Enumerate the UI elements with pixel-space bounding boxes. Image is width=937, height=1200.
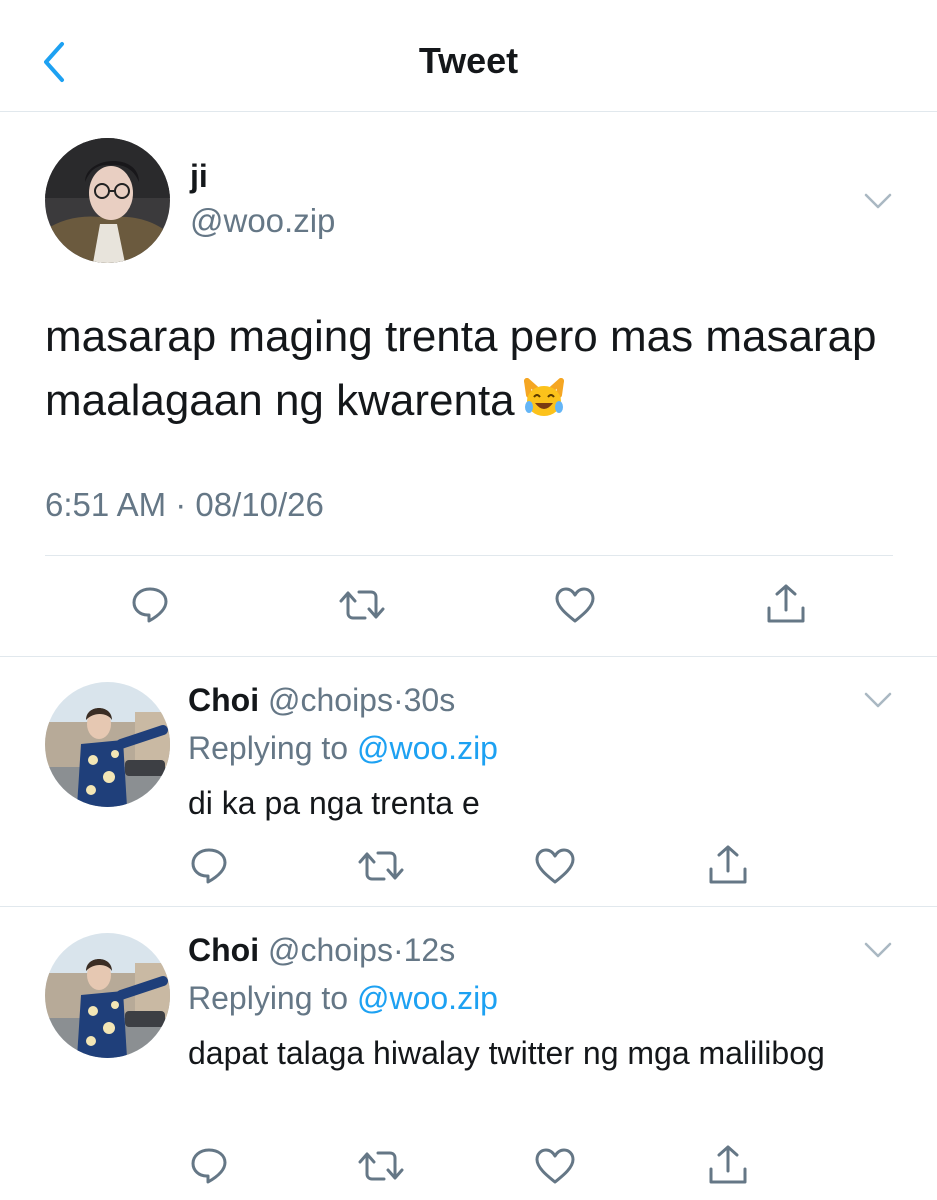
meta-separator: · xyxy=(392,682,404,718)
author-name[interactable]: ji xyxy=(190,158,208,195)
replying-to: Replying to @woo.zip xyxy=(188,730,498,767)
author-handle[interactable]: @woo.zip xyxy=(190,202,335,240)
share-icon xyxy=(706,843,750,887)
replying-label: Replying to xyxy=(188,980,349,1016)
tweet-date: 08/10/26 xyxy=(195,486,324,523)
cat-tears-of-joy-emoji xyxy=(521,375,567,421)
share-button[interactable] xyxy=(706,1143,750,1187)
share-icon xyxy=(706,1143,750,1187)
like-icon xyxy=(533,846,577,886)
reply-icon xyxy=(189,846,229,886)
page-title: Tweet xyxy=(418,40,519,81)
reply-author-handle[interactable]: @choips xyxy=(268,682,393,718)
reply-button[interactable] xyxy=(189,1146,229,1186)
tweet-options-button[interactable] xyxy=(863,191,893,211)
like-button[interactable] xyxy=(533,846,577,886)
reply-author-name[interactable]: Choi xyxy=(188,682,259,718)
chevron-down-icon xyxy=(863,690,893,710)
reply-time: 30s xyxy=(403,682,456,718)
replying-to: Replying to @woo.zip xyxy=(188,980,498,1017)
like-icon xyxy=(553,585,597,625)
retweet-icon xyxy=(338,585,386,625)
avatar[interactable] xyxy=(45,138,170,263)
divider xyxy=(45,555,893,556)
reply-header: Choi @choips·30s xyxy=(188,682,455,719)
reply-button[interactable] xyxy=(189,846,229,886)
tweet-timestamp: 6:51 AM · 08/10/26 xyxy=(45,486,324,524)
tweet-text: masarap maging trenta pero mas masarap m… xyxy=(45,305,895,433)
divider xyxy=(0,906,937,907)
like-icon xyxy=(533,1146,577,1186)
reply-time: 12s xyxy=(403,932,456,968)
share-icon xyxy=(764,582,808,626)
replying-mention-link[interactable]: @woo.zip xyxy=(357,730,498,766)
like-button[interactable] xyxy=(553,585,597,625)
chevron-down-icon xyxy=(863,940,893,960)
reply-author-name[interactable]: Choi xyxy=(188,932,259,968)
retweet-button[interactable] xyxy=(357,1146,405,1186)
replying-label: Replying to xyxy=(188,730,349,766)
avatar[interactable] xyxy=(45,933,170,1058)
meta-separator: · xyxy=(392,932,404,968)
avatar[interactable] xyxy=(45,682,170,807)
tweet-time: 6:51 AM xyxy=(45,486,167,523)
meta-separator: · xyxy=(175,486,187,523)
retweet-button[interactable] xyxy=(338,585,386,625)
tweet-text-body: masarap maging trenta pero mas masarap m… xyxy=(45,312,877,425)
like-button[interactable] xyxy=(533,1146,577,1186)
chevron-down-icon xyxy=(863,191,893,211)
reply-author-handle[interactable]: @choips xyxy=(268,932,393,968)
retweet-button[interactable] xyxy=(357,846,405,886)
reply-text: dapat talaga hiwalay twitter ng mga mali… xyxy=(188,1035,825,1071)
reply-icon xyxy=(189,1146,229,1186)
reply-text: di ka pa nga trenta e xyxy=(188,785,480,821)
retweet-icon xyxy=(357,1146,405,1186)
replying-mention-link[interactable]: @woo.zip xyxy=(357,980,498,1016)
reply-header: Choi @choips·12s xyxy=(188,932,455,969)
reply-icon xyxy=(130,585,170,625)
retweet-icon xyxy=(357,846,405,886)
reply-options-button[interactable] xyxy=(863,690,893,710)
share-button[interactable] xyxy=(764,582,808,626)
reply-options-button[interactable] xyxy=(863,940,893,960)
divider xyxy=(0,656,937,657)
top-bar: Tweet xyxy=(0,0,937,112)
reply-button[interactable] xyxy=(130,585,170,625)
share-button[interactable] xyxy=(706,843,750,887)
